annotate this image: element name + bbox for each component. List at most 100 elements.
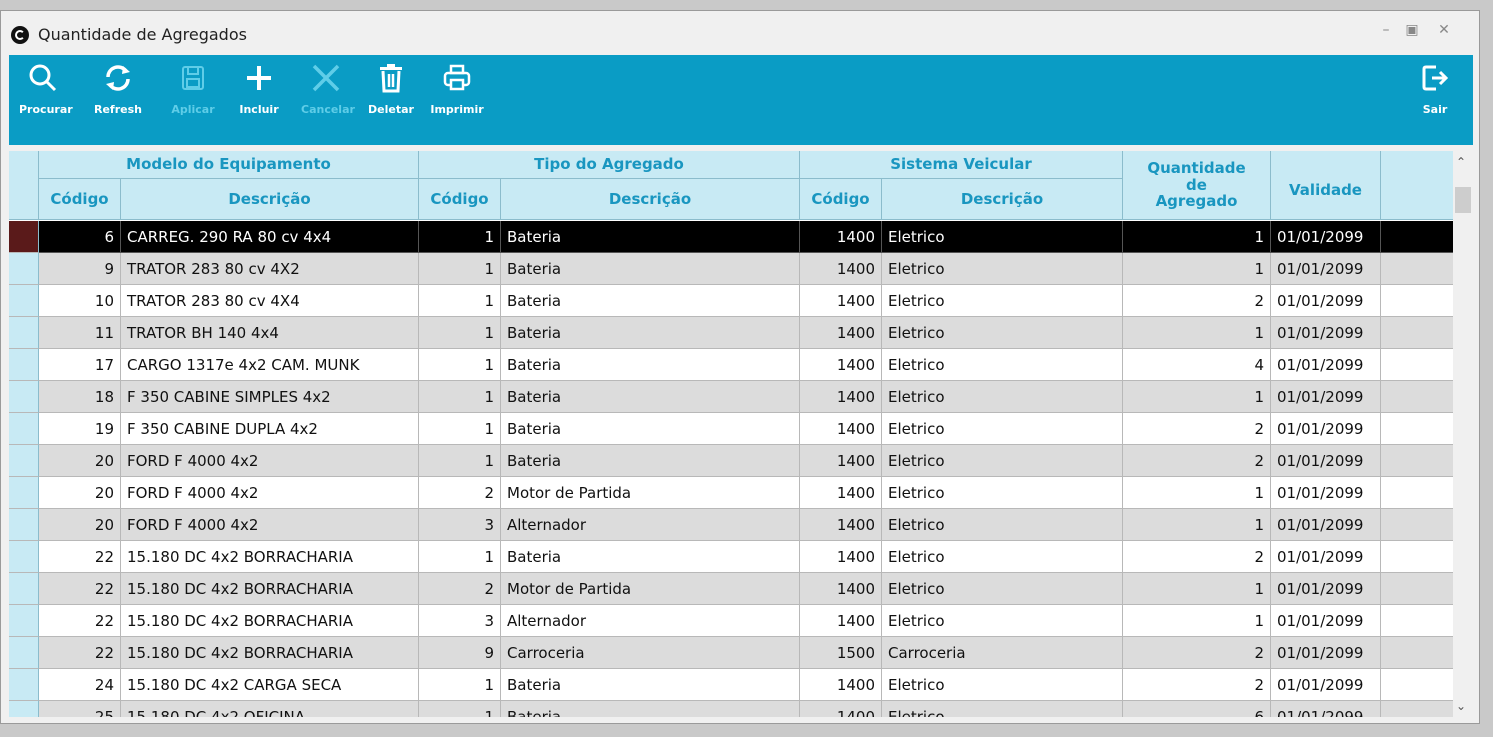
aplicar-button[interactable]: Aplicar: [169, 63, 217, 141]
row-indicator[interactable]: [9, 669, 39, 701]
cell-quantidade[interactable]: 6: [1123, 701, 1271, 717]
cell-quantidade[interactable]: 1: [1123, 477, 1271, 509]
cell-quantidade[interactable]: 1: [1123, 509, 1271, 541]
header-validade[interactable]: Validade: [1271, 151, 1381, 220]
cell-validade[interactable]: 01/01/2099: [1271, 541, 1381, 573]
cell-validade[interactable]: 01/01/2099: [1271, 221, 1381, 253]
cell-modelo-codigo[interactable]: 20: [39, 477, 121, 509]
incluir-button[interactable]: Incluir: [237, 63, 281, 141]
cell-quantidade[interactable]: 2: [1123, 285, 1271, 317]
cell-sistema-codigo[interactable]: 1400: [800, 573, 882, 605]
cell-modelo-descricao[interactable]: TRATOR 283 80 cv 4X2: [121, 253, 419, 285]
cell-quantidade[interactable]: 1: [1123, 381, 1271, 413]
cell-modelo-descricao[interactable]: 15.180 DC 4x2 BORRACHARIA: [121, 637, 419, 669]
cell-sistema-codigo[interactable]: 1400: [800, 509, 882, 541]
cell-sistema-descricao[interactable]: Eletrico: [882, 669, 1123, 701]
cell-modelo-descricao[interactable]: 15.180 DC 4x2 BORRACHARIA: [121, 541, 419, 573]
row-indicator[interactable]: [9, 541, 39, 573]
cell-modelo-codigo[interactable]: 22: [39, 573, 121, 605]
cell-sistema-descricao[interactable]: Eletrico: [882, 381, 1123, 413]
cell-quantidade[interactable]: 1: [1123, 605, 1271, 637]
table-row[interactable]: 10 TRATOR 283 80 cv 4X4 1 Bateria 1400 Eletri…: [9, 285, 1453, 317]
cell-sistema-descricao[interactable]: Eletrico: [882, 349, 1123, 381]
cell-modelo-codigo[interactable]: 25: [39, 701, 121, 717]
cell-tipo-descricao[interactable]: Bateria: [501, 541, 800, 573]
cell-modelo-descricao[interactable]: TRATOR BH 140 4x4: [121, 317, 419, 349]
cell-sistema-descricao[interactable]: Eletrico: [882, 477, 1123, 509]
cell-sistema-descricao[interactable]: Eletrico: [882, 445, 1123, 477]
cell-tipo-codigo[interactable]: 3: [419, 605, 501, 637]
cell-tipo-descricao[interactable]: Motor de Partida: [501, 573, 800, 605]
cell-tipo-descricao[interactable]: Bateria: [501, 669, 800, 701]
cell-modelo-descricao[interactable]: 15.180 DC 4x2 BORRACHARIA: [121, 605, 419, 637]
cell-validade[interactable]: 01/01/2099: [1271, 349, 1381, 381]
cell-sistema-descricao[interactable]: Eletrico: [882, 573, 1123, 605]
cell-quantidade[interactable]: 2: [1123, 637, 1271, 669]
cell-tipo-descricao[interactable]: Bateria: [501, 413, 800, 445]
cell-modelo-codigo[interactable]: 22: [39, 605, 121, 637]
table-row[interactable]: 24 15.180 DC 4x2 CARGA SECA 1 Bateria 1400 El…: [9, 669, 1453, 701]
table-row[interactable]: 25 15.180 DC 4x2 OFICINA 1 Bateria 1400 Eletr…: [9, 701, 1453, 717]
cell-tipo-descricao[interactable]: Bateria: [501, 349, 800, 381]
cell-modelo-descricao[interactable]: FORD F 4000 4x2: [121, 445, 419, 477]
cell-tipo-codigo[interactable]: 2: [419, 477, 501, 509]
table-row[interactable]: 22 15.180 DC 4x2 BORRACHARIA 1 Bateria 1400 E…: [9, 541, 1453, 573]
cell-validade[interactable]: 01/01/2099: [1271, 509, 1381, 541]
cell-modelo-descricao[interactable]: F 350 CABINE DUPLA 4x2: [121, 413, 419, 445]
table-row[interactable]: 22 15.180 DC 4x2 BORRACHARIA 3 Alternador 14…: [9, 605, 1453, 637]
cell-sistema-descricao[interactable]: Eletrico: [882, 541, 1123, 573]
cell-quantidade[interactable]: 1: [1123, 221, 1271, 253]
cell-validade[interactable]: 01/01/2099: [1271, 381, 1381, 413]
cell-tipo-descricao[interactable]: Alternador: [501, 605, 800, 637]
imprimir-button[interactable]: Imprimir: [427, 63, 487, 141]
cell-sistema-codigo[interactable]: 1400: [800, 349, 882, 381]
cell-sistema-codigo[interactable]: 1400: [800, 445, 882, 477]
cell-modelo-codigo[interactable]: 6: [39, 221, 121, 253]
table-row[interactable]: 20 FORD F 4000 4x2 3 Alternador 1400 Eletrico…: [9, 509, 1453, 541]
cell-tipo-descricao[interactable]: Bateria: [501, 317, 800, 349]
cell-tipo-descricao[interactable]: Alternador: [501, 509, 800, 541]
header-sistema-codigo[interactable]: Código: [800, 179, 882, 220]
cell-tipo-descricao[interactable]: Bateria: [501, 701, 800, 717]
cell-validade[interactable]: 01/01/2099: [1271, 317, 1381, 349]
cell-validade[interactable]: 01/01/2099: [1271, 669, 1381, 701]
sair-button[interactable]: Sair: [1413, 63, 1457, 141]
cell-quantidade[interactable]: 2: [1123, 413, 1271, 445]
cell-sistema-codigo[interactable]: 1400: [800, 477, 882, 509]
cell-tipo-codigo[interactable]: 1: [419, 669, 501, 701]
cell-quantidade[interactable]: 2: [1123, 541, 1271, 573]
cell-sistema-descricao[interactable]: Eletrico: [882, 701, 1123, 717]
cell-validade[interactable]: 01/01/2099: [1271, 605, 1381, 637]
row-indicator[interactable]: [9, 701, 39, 717]
cell-sistema-codigo[interactable]: 1400: [800, 317, 882, 349]
cell-tipo-descricao[interactable]: Bateria: [501, 221, 800, 253]
cell-validade[interactable]: 01/01/2099: [1271, 477, 1381, 509]
cancelar-button[interactable]: Cancelar: [301, 63, 355, 141]
close-icon[interactable]: ✕: [1433, 22, 1455, 38]
cell-modelo-codigo[interactable]: 19: [39, 413, 121, 445]
header-tipo-descricao[interactable]: Descrição: [501, 179, 800, 220]
cell-sistema-codigo[interactable]: 1400: [800, 381, 882, 413]
cell-validade[interactable]: 01/01/2099: [1271, 285, 1381, 317]
cell-validade[interactable]: 01/01/2099: [1271, 701, 1381, 717]
table-row[interactable]: 19 F 350 CABINE DUPLA 4x2 1 Bateria 1400 Elet…: [9, 413, 1453, 445]
cell-sistema-descricao[interactable]: Eletrico: [882, 253, 1123, 285]
cell-tipo-codigo[interactable]: 9: [419, 637, 501, 669]
cell-validade[interactable]: 01/01/2099: [1271, 413, 1381, 445]
table-row[interactable]: 22 15.180 DC 4x2 BORRACHARIA 2 Motor de Par…: [9, 573, 1453, 605]
cell-tipo-codigo[interactable]: 1: [419, 541, 501, 573]
cell-modelo-descricao[interactable]: CARGO 1317e 4x2 CAM. MUNK: [121, 349, 419, 381]
cell-tipo-codigo[interactable]: 1: [419, 413, 501, 445]
cell-validade[interactable]: 01/01/2099: [1271, 253, 1381, 285]
cell-sistema-descricao[interactable]: Eletrico: [882, 509, 1123, 541]
cell-modelo-descricao[interactable]: 15.180 DC 4x2 CARGA SECA: [121, 669, 419, 701]
row-indicator[interactable]: [9, 509, 39, 541]
cell-sistema-codigo[interactable]: 1400: [800, 285, 882, 317]
cell-sistema-codigo[interactable]: 1400: [800, 413, 882, 445]
cell-tipo-descricao[interactable]: Motor de Partida: [501, 477, 800, 509]
scroll-up-icon[interactable]: ⌃: [1456, 155, 1466, 169]
table-row[interactable]: 6 CARREG. 290 RA 80 cv 4x4 1 Bateria 1400 Ele…: [9, 221, 1453, 253]
cell-modelo-descricao[interactable]: TRATOR 283 80 cv 4X4: [121, 285, 419, 317]
header-modelo-codigo[interactable]: Código: [39, 179, 121, 220]
deletar-button[interactable]: Deletar: [367, 63, 415, 141]
